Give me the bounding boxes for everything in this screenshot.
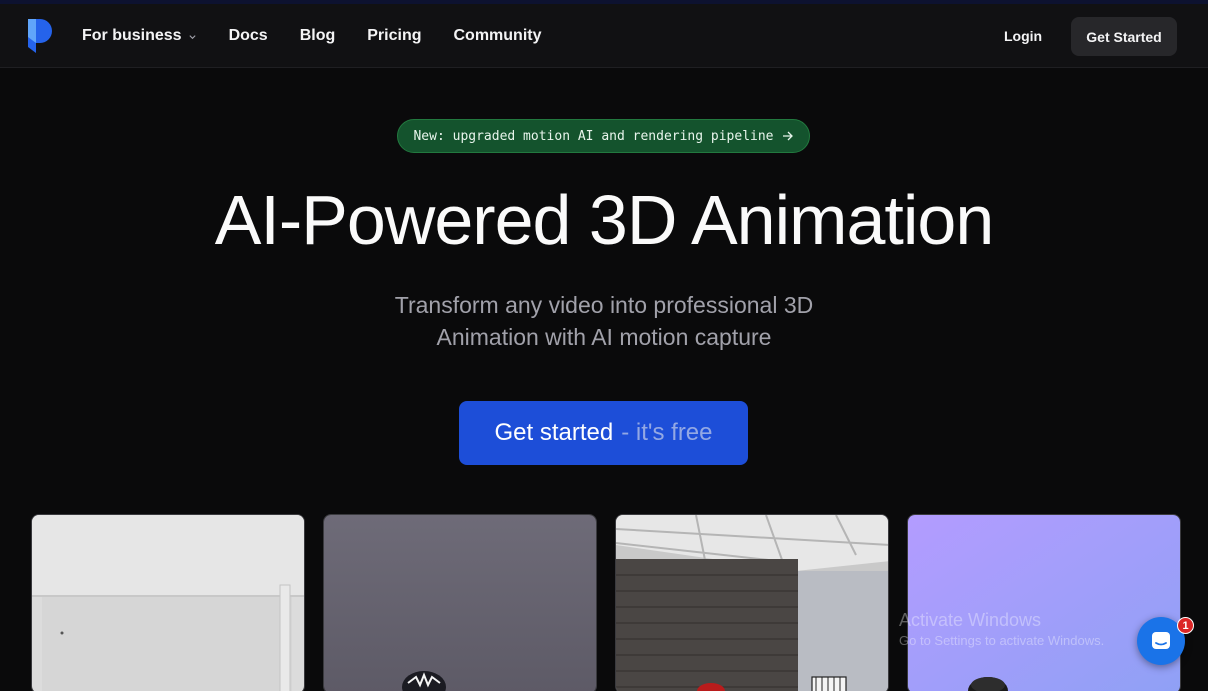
hero-subtitle: Transform any video into professional 3D… xyxy=(394,292,814,350)
nav-blog[interactable]: Blog xyxy=(300,27,336,45)
nav-docs[interactable]: Docs xyxy=(229,27,268,45)
arrow-right-icon xyxy=(782,131,793,141)
video-thumbnail-4 xyxy=(908,515,1180,691)
top-nav: For business Docs Blog Pricing Community… xyxy=(0,4,1208,68)
get-started-free-button[interactable]: Get started - it's free xyxy=(459,401,748,465)
get-started-nav-button[interactable]: Get Started xyxy=(1071,17,1177,56)
chat-notification-badge: 1 xyxy=(1177,617,1194,634)
demo-video-card-2[interactable] xyxy=(323,514,597,691)
hero-title: AI-Powered 3D Animation xyxy=(214,181,995,259)
video-thumbnail-2 xyxy=(324,515,596,691)
nav-pricing[interactable]: Pricing xyxy=(367,27,421,45)
page: For business Docs Blog Pricing Community… xyxy=(0,0,1208,691)
video-thumbnail-3 xyxy=(616,515,888,691)
demo-video-card-3[interactable] xyxy=(615,514,889,691)
nav-links: For business Docs Blog Pricing Community xyxy=(82,4,573,68)
cta-suffix-label: - it's free xyxy=(621,419,713,446)
chevron-down-icon xyxy=(188,34,196,39)
cta-main-label: Get started xyxy=(494,419,614,446)
logo-icon[interactable] xyxy=(26,17,54,55)
demo-video-card-4[interactable] xyxy=(907,514,1181,691)
video-thumbnail-1 xyxy=(32,515,304,691)
nav-community[interactable]: Community xyxy=(453,27,541,45)
demo-video-card-1[interactable] xyxy=(31,514,305,691)
nav-for-business-label: For business xyxy=(82,27,182,44)
nav-for-business[interactable]: For business xyxy=(82,27,197,45)
chat-bubble-icon xyxy=(1152,632,1170,649)
announcement-pill[interactable]: New: upgraded motion AI and rendering pi… xyxy=(397,119,810,153)
announcement-text: New: upgraded motion AI and rendering pi… xyxy=(413,128,774,144)
login-link[interactable]: Login xyxy=(1004,4,1042,68)
